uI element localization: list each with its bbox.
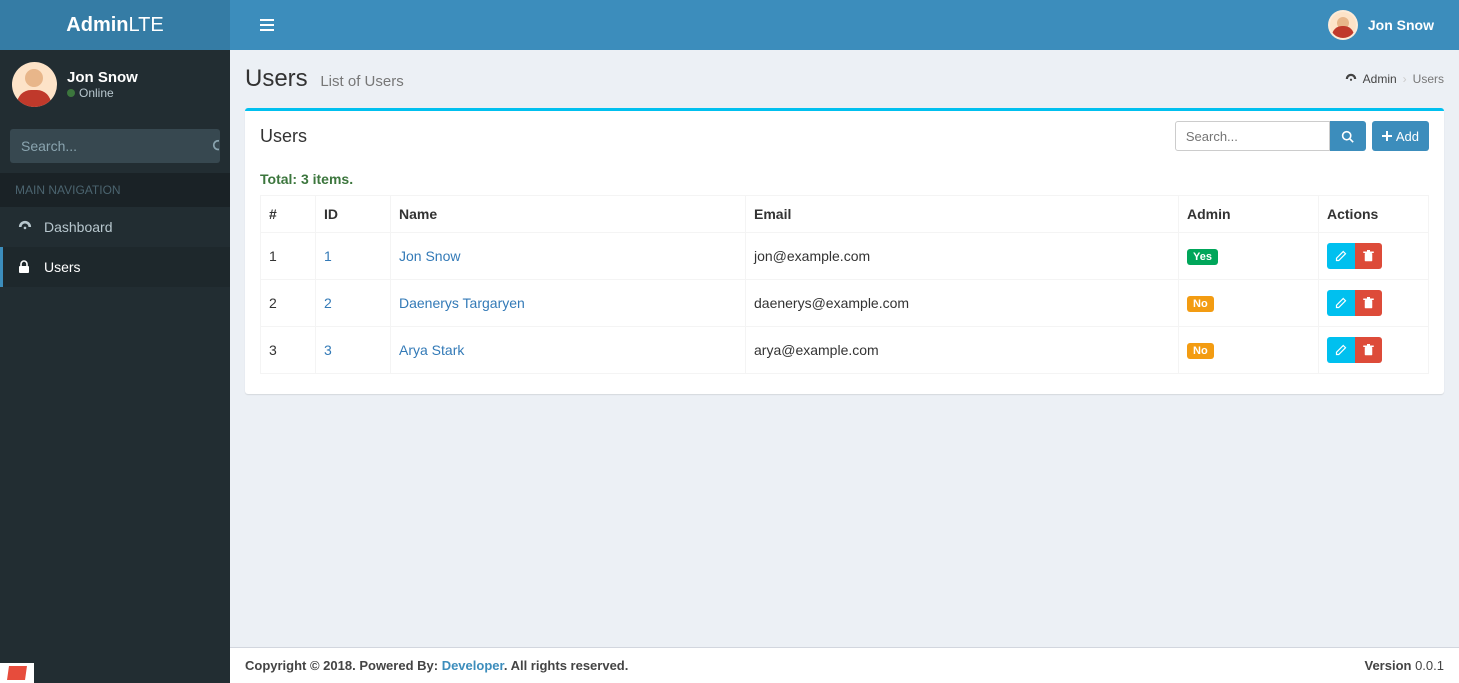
table-search-button[interactable] — [1330, 121, 1366, 151]
col-header-name: Name — [391, 196, 746, 233]
admin-badge: Yes — [1187, 249, 1218, 265]
cell-name-link[interactable]: Daenerys Targaryen — [399, 295, 525, 311]
cell-email: daenerys@example.com — [746, 280, 1179, 327]
cell-name-link[interactable]: Jon Snow — [399, 248, 460, 264]
developer-link[interactable]: Developer — [442, 658, 504, 673]
delete-button[interactable] — [1355, 337, 1382, 363]
dashboard-icon — [1345, 73, 1357, 85]
box-title: Users — [260, 126, 307, 147]
sidebar-item-label: Dashboard — [44, 219, 113, 235]
trash-icon — [1363, 297, 1374, 309]
sidebar-user-name: Jon Snow — [67, 69, 138, 86]
dashboard-icon — [18, 220, 34, 234]
cell-email: arya@example.com — [746, 327, 1179, 374]
search-icon — [212, 139, 220, 153]
breadcrumb-root[interactable]: Admin — [1363, 72, 1397, 86]
table-row: 22 Daenerys Targaryen daenerys@example.com… — [261, 280, 1429, 327]
online-dot-icon — [67, 89, 75, 97]
trash-icon — [1363, 344, 1374, 356]
brand-bold: Admin — [66, 14, 128, 36]
cell-name-link[interactable]: Arya Stark — [399, 342, 464, 358]
cell-id-link[interactable]: 2 — [324, 295, 332, 311]
sidebar-item-dashboard[interactable]: Dashboard — [0, 207, 230, 247]
cell-num: 1 — [261, 233, 316, 280]
edit-button[interactable] — [1327, 337, 1355, 363]
col-header-num: # — [261, 196, 316, 233]
plus-icon — [1382, 131, 1392, 141]
edit-icon — [1335, 297, 1347, 309]
table-row: 33 Arya Stark arya@example.com No — [261, 327, 1429, 374]
footer-left: Copyright © 2018. Powered By: Developer.… — [245, 658, 628, 673]
table-row: 11 Jon Snow jon@example.com Yes — [261, 233, 1429, 280]
table-search-input[interactable] — [1175, 121, 1330, 151]
chevron-right-icon: › — [1403, 72, 1407, 86]
cell-id-link[interactable]: 3 — [324, 342, 332, 358]
header-user-name: Jon Snow — [1368, 17, 1434, 33]
edit-button[interactable] — [1327, 290, 1355, 316]
breadcrumb: Admin › Users — [1345, 72, 1444, 86]
col-header-email: Email — [746, 196, 1179, 233]
user-menu[interactable]: Jon Snow — [1328, 10, 1444, 40]
edit-icon — [1335, 250, 1347, 262]
sidebar-search-button[interactable] — [212, 130, 220, 162]
users-table: # ID Name Email Admin Actions 11 Jon Snow… — [260, 195, 1429, 374]
sidebar-search — [10, 129, 220, 163]
delete-button[interactable] — [1355, 243, 1382, 269]
grid-summary: Total: 3 items. — [260, 171, 1429, 187]
avatar-icon — [1328, 10, 1358, 40]
admin-badge: No — [1187, 296, 1214, 312]
cell-num: 2 — [261, 280, 316, 327]
corner-badge-icon — [0, 663, 34, 683]
nav-section-header: MAIN NAVIGATION — [0, 173, 230, 207]
hamburger-icon — [260, 19, 274, 31]
delete-button[interactable] — [1355, 290, 1382, 316]
sidebar-user-panel: Jon Snow Online — [0, 50, 230, 119]
page-title: Users List of Users — [245, 65, 404, 93]
search-icon — [1341, 130, 1354, 143]
cell-id-link[interactable]: 1 — [324, 248, 332, 264]
breadcrumb-current: Users — [1413, 72, 1444, 86]
lock-icon — [18, 260, 34, 274]
add-button[interactable]: Add — [1372, 121, 1429, 151]
col-header-actions: Actions — [1319, 196, 1429, 233]
edit-icon — [1335, 344, 1347, 356]
page-subtitle: List of Users — [320, 73, 403, 90]
avatar-icon — [12, 62, 57, 107]
sidebar-toggle-button[interactable] — [245, 4, 289, 46]
col-header-id: ID — [316, 196, 391, 233]
footer-version: Version 0.0.1 — [1365, 658, 1445, 673]
sidebar-item-users[interactable]: Users — [0, 247, 230, 287]
sidebar-item-label: Users — [44, 259, 81, 275]
edit-button[interactable] — [1327, 243, 1355, 269]
cell-num: 3 — [261, 327, 316, 374]
admin-badge: No — [1187, 343, 1214, 359]
sidebar-search-input[interactable] — [11, 130, 212, 162]
brand-logo[interactable]: AdminLTE — [0, 0, 230, 50]
col-header-admin: Admin — [1179, 196, 1319, 233]
brand-light: LTE — [129, 14, 164, 36]
add-button-label: Add — [1396, 129, 1419, 144]
cell-email: jon@example.com — [746, 233, 1179, 280]
sidebar-user-status: Online — [67, 86, 138, 100]
trash-icon — [1363, 250, 1374, 262]
